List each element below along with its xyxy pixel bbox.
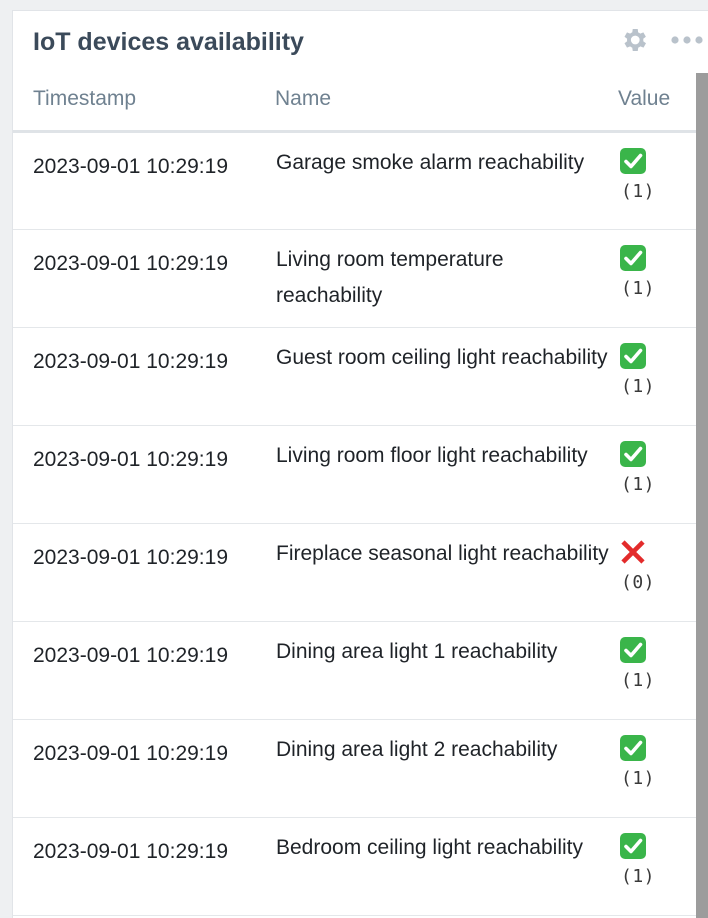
row-item-name[interactable]: Garage smoke alarm reachability bbox=[275, 132, 615, 230]
scrollbar[interactable] bbox=[696, 73, 708, 918]
row-raw-value: (0) bbox=[621, 572, 656, 593]
row-raw-value: (1) bbox=[621, 768, 656, 789]
table-row: 2023-09-01 10:29:19 Living room floor lig… bbox=[13, 426, 697, 524]
widget-panel: IoT devices availability Timestamp Name … bbox=[12, 10, 708, 918]
check-mark-icon bbox=[620, 343, 646, 369]
row-value: (1) bbox=[615, 132, 697, 230]
row-value: (1) bbox=[615, 720, 697, 818]
row-raw-value: (1) bbox=[621, 181, 656, 202]
row-item-name[interactable]: Guest room ceiling light reachability bbox=[275, 328, 615, 426]
check-mark-icon bbox=[620, 735, 646, 761]
widget-header: IoT devices availability bbox=[13, 11, 708, 73]
row-value: (1) bbox=[615, 818, 697, 916]
widget-title: IoT devices availability bbox=[33, 28, 304, 56]
row-item-name[interactable]: Living room temperature reachability bbox=[275, 230, 615, 328]
row-item-name[interactable]: Dining area light 1 reachability bbox=[275, 622, 615, 720]
check-mark-icon bbox=[620, 441, 646, 467]
column-header-value[interactable]: Value bbox=[615, 87, 697, 133]
more-dots-icon[interactable] bbox=[669, 30, 708, 50]
check-mark-icon bbox=[620, 148, 646, 174]
table-header-row: Timestamp Name Value bbox=[13, 87, 697, 133]
cross-mark-icon bbox=[621, 540, 645, 564]
table-row: 2023-09-01 10:29:19 Guest room ceiling li… bbox=[13, 328, 697, 426]
row-timestamp: 2023-09-01 10:29:19 bbox=[33, 644, 228, 667]
column-header-name[interactable]: Name bbox=[275, 87, 615, 133]
row-timestamp: 2023-09-01 10:29:19 bbox=[33, 546, 228, 569]
row-timestamp: 2023-09-01 10:29:19 bbox=[33, 155, 228, 178]
row-raw-value: (1) bbox=[621, 278, 656, 299]
row-item-name[interactable]: Fireplace seasonal light reachability bbox=[275, 524, 615, 622]
gear-icon[interactable] bbox=[619, 25, 649, 55]
row-item-name[interactable]: Living room floor light reachability bbox=[275, 426, 615, 524]
table-row: 2023-09-01 10:29:19 Fireplace seasonal li… bbox=[13, 524, 697, 622]
table-body: 2023-09-01 10:29:19 Garage smoke alarm re… bbox=[13, 132, 697, 916]
table-row: 2023-09-01 10:29:19 Garage smoke alarm re… bbox=[13, 132, 697, 230]
row-item-name[interactable]: Dining area light 2 reachability bbox=[275, 720, 615, 818]
table-row: 2023-09-01 10:29:19 Living room temperatu… bbox=[13, 230, 697, 328]
availability-table: Timestamp Name Value 2023-09-01 10:29:19… bbox=[13, 87, 697, 916]
row-raw-value: (1) bbox=[621, 376, 656, 397]
row-timestamp: 2023-09-01 10:29:19 bbox=[33, 350, 228, 373]
check-mark-icon bbox=[620, 833, 646, 859]
row-value: (0) bbox=[615, 524, 697, 622]
row-value: (1) bbox=[615, 426, 697, 524]
row-raw-value: (1) bbox=[621, 670, 656, 691]
row-timestamp: 2023-09-01 10:29:19 bbox=[33, 448, 228, 471]
row-value: (1) bbox=[615, 622, 697, 720]
table-row: 2023-09-01 10:29:19 Dining area light 1 r… bbox=[13, 622, 697, 720]
row-timestamp: 2023-09-01 10:29:19 bbox=[33, 840, 228, 863]
row-raw-value: (1) bbox=[621, 866, 656, 887]
check-mark-icon bbox=[620, 637, 646, 663]
table-row: 2023-09-01 10:29:19 Bedroom ceiling light… bbox=[13, 818, 697, 916]
column-header-timestamp[interactable]: Timestamp bbox=[13, 87, 275, 133]
row-item-name[interactable]: Bedroom ceiling light reachability bbox=[275, 818, 615, 916]
row-value: (1) bbox=[615, 328, 697, 426]
check-mark-icon bbox=[620, 245, 646, 271]
row-value: (1) bbox=[615, 230, 697, 328]
row-raw-value: (1) bbox=[621, 474, 656, 495]
row-timestamp: 2023-09-01 10:29:19 bbox=[33, 742, 228, 765]
table-row: 2023-09-01 10:29:19 Dining area light 2 r… bbox=[13, 720, 697, 818]
row-timestamp: 2023-09-01 10:29:19 bbox=[33, 252, 228, 275]
